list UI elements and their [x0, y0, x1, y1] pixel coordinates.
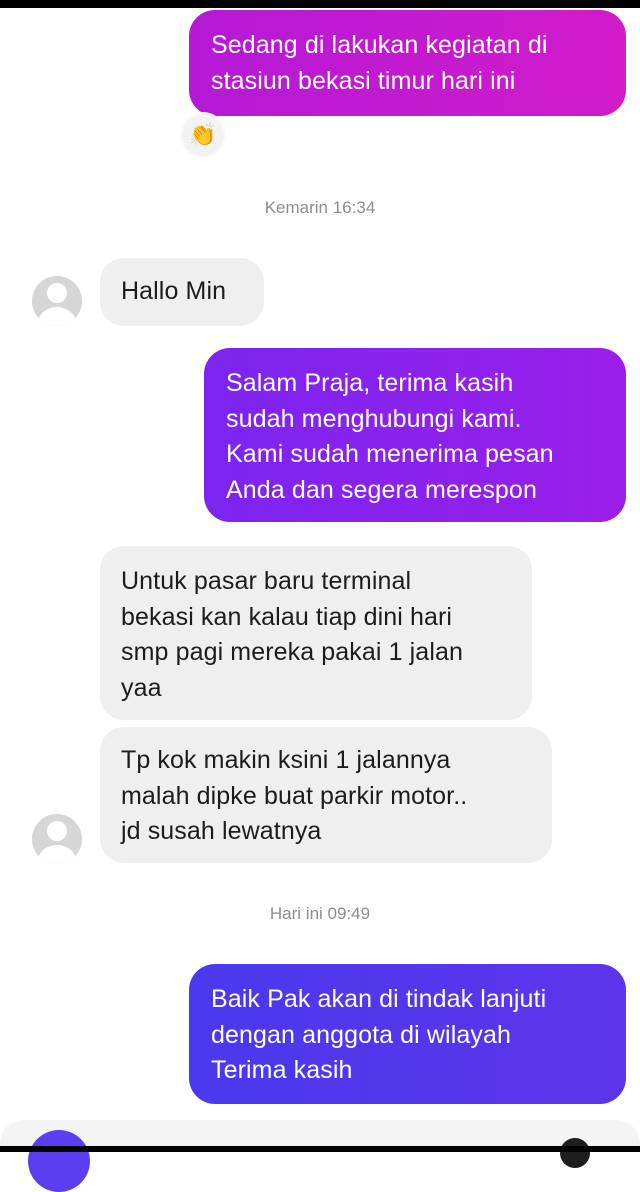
status-bar-strip	[0, 0, 640, 8]
avatar-shoulders	[38, 307, 76, 326]
bottom-bar-strip	[0, 1146, 640, 1152]
received-message-bubble[interactable]: Hallo Min	[100, 258, 264, 326]
received-message-bubble[interactable]: Untuk pasar baru terminal bekasi kan kal…	[100, 546, 532, 720]
timestamp-divider: Kemarin 16:34	[264, 198, 376, 217]
avatar-head	[47, 821, 67, 841]
sent-message-bubble[interactable]: Baik Pak akan di tindak lanjuti dengan a…	[189, 964, 626, 1104]
clapping-hands-icon: 👏	[189, 122, 217, 147]
avatar[interactable]	[32, 814, 82, 864]
avatar-shoulders	[38, 845, 76, 864]
avatar[interactable]	[32, 276, 82, 326]
message-reaction[interactable]: 👏	[182, 114, 224, 156]
sent-message-bubble[interactable]: Sedang di lakukan kegiatan di stasiun be…	[189, 10, 626, 116]
avatar-head	[47, 283, 67, 303]
sent-message-bubble[interactable]: Salam Praja, terima kasih sudah menghubu…	[204, 348, 626, 522]
received-message-bubble[interactable]: Tp kok makin ksini 1 jalannya malah dipk…	[100, 727, 552, 863]
timestamp-divider: Hari ini 09:49	[269, 904, 371, 923]
composer-icon[interactable]	[560, 1138, 590, 1168]
composer-action-button[interactable]	[28, 1130, 90, 1192]
message-composer[interactable]	[0, 1120, 640, 1146]
